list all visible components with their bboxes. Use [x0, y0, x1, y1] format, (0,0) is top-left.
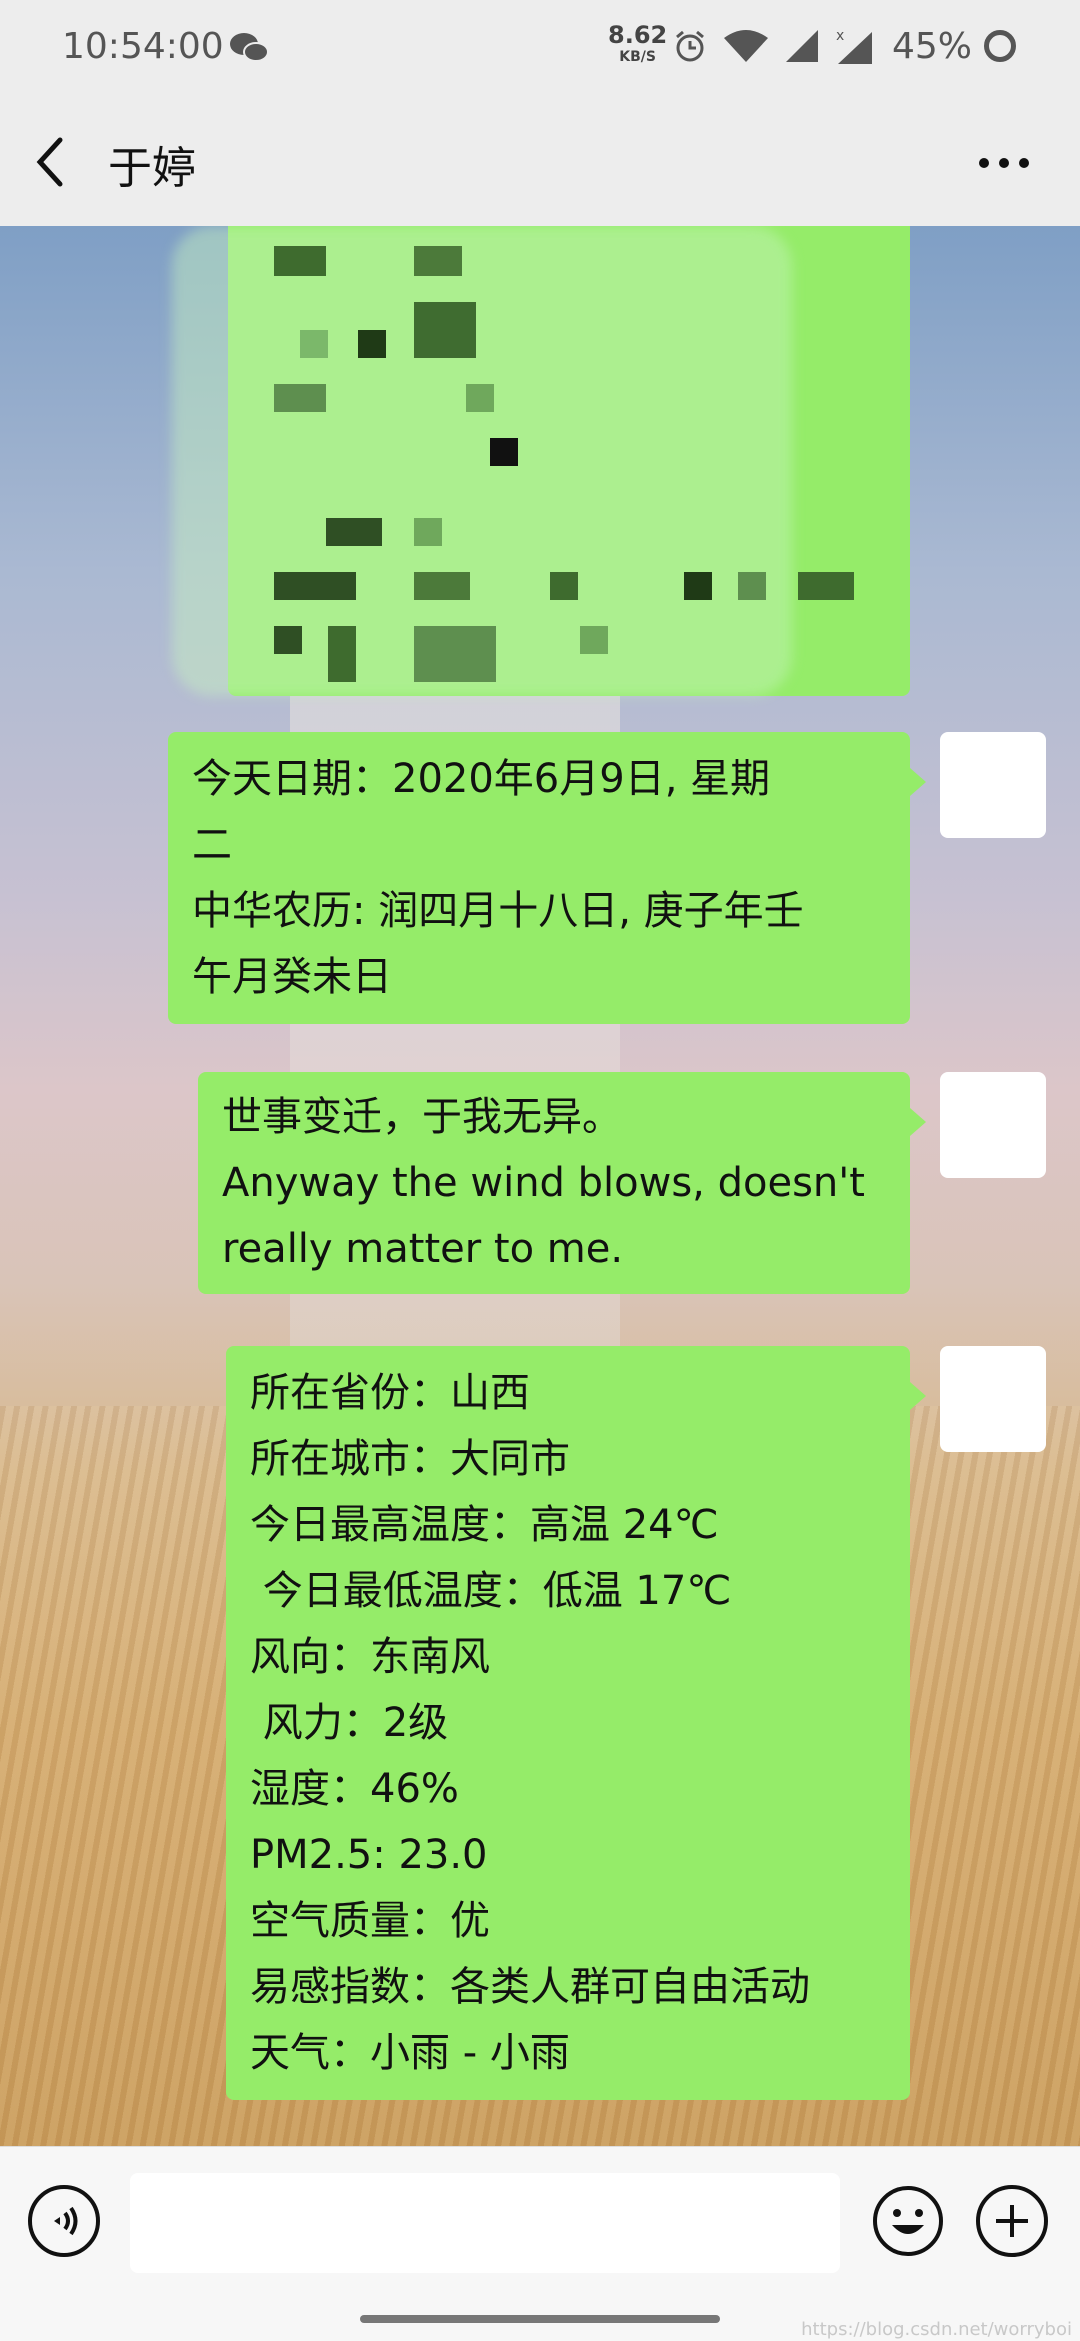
plus-glyph	[996, 2205, 1028, 2237]
redaction-block	[550, 572, 578, 600]
message-line: PM2.5: 23.0	[250, 1832, 488, 1878]
redaction-block	[326, 518, 382, 546]
more-dots-icon[interactable]	[976, 152, 1032, 174]
message-line: really matter to me.	[222, 1226, 624, 1272]
avatar[interactable]	[940, 1346, 1046, 1452]
input-bar: https://blog.csdn.net/worryboi	[0, 2146, 1080, 2341]
message-line: 二	[192, 822, 232, 868]
chat-header: 于婷	[0, 100, 1080, 226]
message-line: 易感指数：各类人群可自由活动	[250, 1964, 810, 2010]
message-line: 风力：2级	[250, 1700, 449, 1746]
redaction-block	[414, 246, 462, 276]
message-line: Anyway the wind blows, doesn't	[222, 1160, 865, 1206]
redaction-block	[414, 518, 442, 546]
redaction-block	[738, 572, 766, 600]
redaction-block	[684, 572, 712, 600]
battery-percent: 45%	[892, 26, 973, 67]
watermark: https://blog.csdn.net/worryboi	[801, 2319, 1072, 2340]
redaction-block	[274, 246, 326, 276]
redaction-block	[466, 384, 494, 412]
chevron-left-icon[interactable]	[30, 132, 74, 192]
voice-icon[interactable]	[28, 2185, 100, 2257]
wifi-icon	[724, 30, 768, 62]
message-line: 今日最高温度：高温 24℃	[250, 1502, 719, 1548]
redaction-block	[274, 572, 356, 600]
redaction-block	[300, 330, 328, 358]
redacted-message-bubble[interactable]	[172, 226, 910, 696]
redaction-block	[328, 626, 356, 682]
message-line: 今日最低温度：低温 17℃	[250, 1568, 732, 1614]
message-line: 湿度：46%	[250, 1766, 459, 1812]
voice-wave-glyph	[54, 2206, 78, 2236]
signal-icon	[786, 30, 818, 62]
message-line: 风向：东南风	[250, 1634, 490, 1680]
message-bubble-weather[interactable]: 所在省份：山西 所在城市：大同市 今日最高温度：高温 24℃ 今日最低温度：低温…	[226, 1346, 926, 2100]
home-indicator[interactable]	[360, 2315, 720, 2323]
chat-area[interactable]: 今天日期：2020年6月9日, 星期 二 中华农历: 润四月十八日, 庚子年壬 …	[0, 226, 1080, 2146]
redaction-block	[490, 438, 518, 466]
wechat-icon	[230, 33, 269, 62]
avatar[interactable]	[940, 1072, 1046, 1178]
message-line: 午月癸未日	[192, 954, 392, 1000]
redaction-block	[274, 626, 302, 654]
status-icons: x	[672, 26, 874, 66]
message-input[interactable]	[130, 2173, 840, 2273]
message-line: 中华农历: 润四月十八日, 庚子年壬	[192, 888, 804, 934]
redaction-block	[358, 330, 386, 358]
redaction-block	[414, 626, 496, 682]
network-speed-unit: KB/S	[619, 49, 656, 65]
status-bar: 10:54:00 8.62 KB/S x 45%	[0, 0, 1080, 100]
redaction-block	[414, 572, 470, 600]
chat-title: 于婷	[108, 143, 196, 194]
svg-text:x: x	[836, 28, 844, 44]
redaction-block	[414, 302, 476, 358]
signal-no-service-icon: x	[836, 28, 872, 64]
message-line: 空气质量：优	[250, 1898, 490, 1944]
message-bubble-quote[interactable]: 世事变迁，于我无异。 Anyway the wind blows, doesn'…	[198, 1072, 926, 1294]
message-bubble-date[interactable]: 今天日期：2020年6月9日, 星期 二 中华农历: 润四月十八日, 庚子年壬 …	[168, 732, 926, 1024]
status-time: 10:54:00	[62, 26, 224, 67]
message-line: 世事变迁，于我无异。	[222, 1094, 622, 1140]
redaction-block	[798, 572, 854, 600]
network-speed: 8.62 KB/S	[608, 21, 668, 68]
network-speed-value: 8.62	[608, 21, 668, 49]
message-line: 所在省份：山西	[250, 1370, 530, 1416]
redaction-block	[580, 626, 608, 654]
plus-icon[interactable]	[976, 2185, 1048, 2257]
message-line: 所在城市：大同市	[250, 1436, 570, 1482]
avatar[interactable]	[940, 732, 1046, 838]
message-line: 今天日期：2020年6月9日, 星期	[192, 756, 771, 802]
battery-icon	[984, 30, 1016, 62]
message-line: 天气：小雨 - 小雨	[250, 2030, 570, 2076]
emoji-icon[interactable]	[870, 2183, 946, 2259]
redaction-block	[274, 384, 326, 412]
alarm-icon	[676, 30, 704, 62]
